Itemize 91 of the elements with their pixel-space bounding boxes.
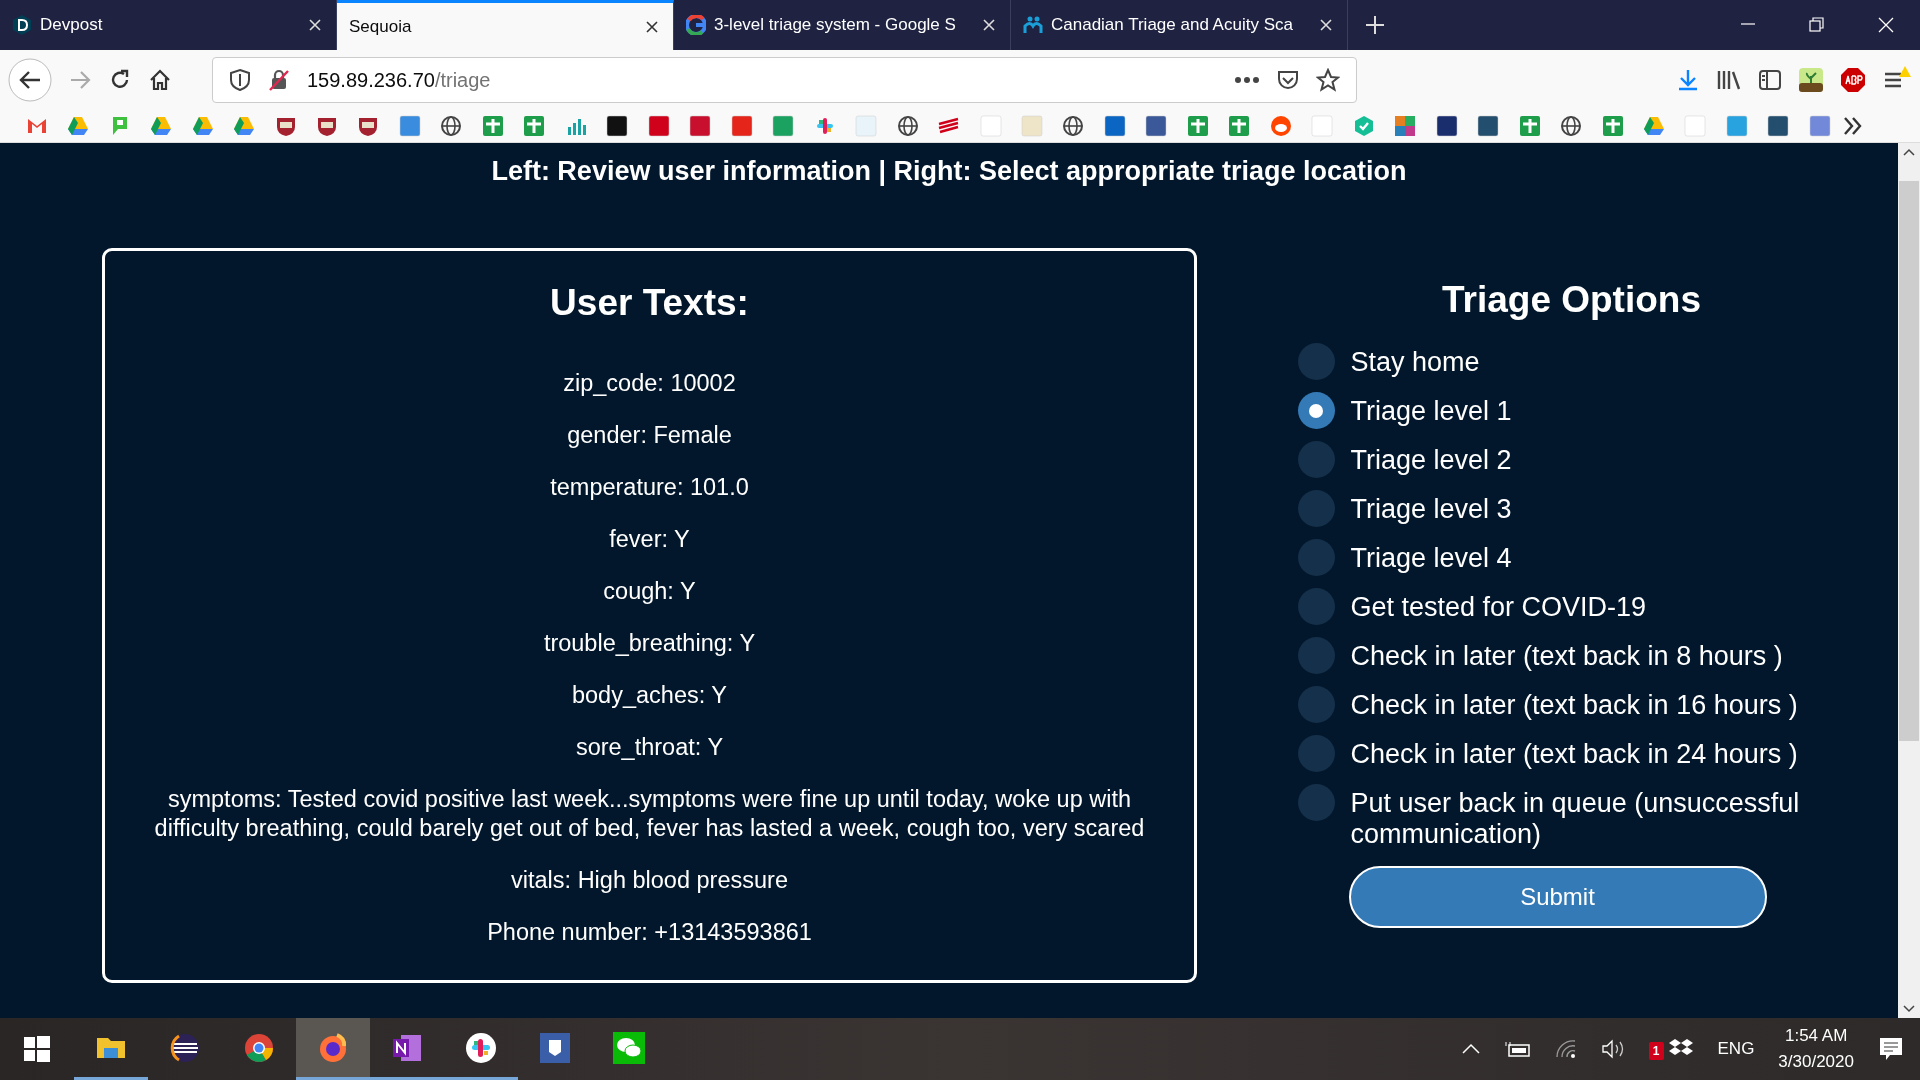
scroll-down-icon[interactable]: [1902, 1004, 1916, 1014]
browser-tab[interactable]: Sequoia: [337, 0, 674, 50]
g-logo-icon: [686, 15, 706, 35]
radio-button[interactable]: [1297, 735, 1335, 772]
option-label[interactable]: Check in later (text back in 16 hours ): [1350, 686, 1798, 721]
globe-icon[interactable]: [1560, 115, 1583, 137]
adblock-icon[interactable]: [1840, 67, 1866, 93]
option-label[interactable]: Put user back in queue (unsuccessful communication): [1350, 784, 1818, 850]
triangle-logo-icon[interactable]: [1643, 115, 1665, 137]
info-line: gender: Female: [566, 421, 733, 450]
scroll-up-icon[interactable]: [1902, 147, 1916, 157]
globe-icon[interactable]: [896, 115, 919, 137]
close-icon[interactable]: [645, 19, 659, 34]
chrome-icon: [243, 1031, 275, 1064]
square-logo-icon[interactable]: [1145, 115, 1168, 137]
home-icon[interactable]: [148, 68, 172, 92]
option-label[interactable]: Get tested for COVID-19: [1350, 588, 1647, 623]
info-line: zip_code: 10002: [562, 369, 737, 398]
pinwheel-icon: [465, 1031, 497, 1064]
triangle-logo-icon[interactable]: [67, 115, 90, 137]
info-line: fever: Y: [608, 525, 691, 554]
radio-button[interactable]: [1297, 588, 1335, 625]
radio-button[interactable]: [1297, 637, 1335, 674]
library-icon[interactable]: [1716, 68, 1742, 92]
windows-logo-icon[interactable]: [24, 1036, 50, 1062]
submit-button[interactable]: Submit: [1348, 866, 1767, 928]
radio-button[interactable]: [1297, 343, 1335, 380]
radio-button[interactable]: [1297, 784, 1335, 821]
restore-icon[interactable]: [1806, 15, 1827, 35]
instructions-heading: Left: Review user information | Right: Select appropriate triage location: [490, 155, 1408, 188]
chat-box-icon: [539, 1031, 571, 1064]
download-icon[interactable]: [1676, 68, 1700, 92]
option-label[interactable]: Check in later (text back in 24 hours ): [1350, 735, 1798, 770]
shield-icon[interactable]: [357, 115, 380, 137]
chat-bubbles-icon: [613, 1031, 645, 1064]
shield-icon[interactable]: [229, 68, 251, 92]
info-line: vitals: High blood pressure: [510, 866, 789, 895]
wifi-icon[interactable]: [1554, 1039, 1577, 1059]
info-line: symptoms: Tested covid positive last week...symptoms were fine up until today, woke up with difficulty breathing, could barely get out of bed, fever has lasted a week, cough too, very scared: [153, 785, 1146, 843]
globe-icon[interactable]: [440, 115, 463, 137]
square-logo-icon[interactable]: [606, 115, 629, 137]
square-logo-icon[interactable]: [1477, 115, 1500, 137]
option-label[interactable]: Check in later (text back in 8 hours ): [1350, 637, 1783, 672]
lock-slash-icon[interactable]: [267, 68, 291, 92]
star-icon[interactable]: [1316, 68, 1340, 92]
speaker-icon[interactable]: [1600, 1039, 1625, 1059]
circle-logo-icon[interactable]: [1269, 115, 1292, 137]
radio-button[interactable]: [1297, 539, 1335, 576]
plant-pot-icon[interactable]: [1798, 67, 1824, 93]
battery-icon[interactable]: [1504, 1041, 1531, 1057]
firefox-icon: [317, 1031, 349, 1064]
eclipse-icon: [169, 1031, 201, 1064]
triangle-logo-icon[interactable]: [233, 115, 256, 137]
info-line: sore_throat: Y: [574, 733, 725, 762]
quad-squares-icon[interactable]: [1394, 115, 1417, 137]
option-label[interactable]: Stay home: [1350, 343, 1480, 378]
sidebar-icon[interactable]: [1758, 69, 1782, 91]
info-line: temperature: 101.0: [549, 473, 750, 502]
chevron-up-icon[interactable]: [1460, 1043, 1481, 1055]
option-label[interactable]: Triage level 2: [1350, 441, 1512, 476]
notification-badge: 1: [1648, 1042, 1664, 1060]
radio-button[interactable]: [1297, 441, 1335, 478]
triangle-logo-icon[interactable]: [150, 115, 173, 137]
figures-logo-icon: [1023, 15, 1043, 35]
section-title: User Texts:: [550, 280, 749, 325]
shield-icon[interactable]: [274, 115, 297, 137]
clock-date[interactable]: 3/30/2020: [1778, 1049, 1854, 1075]
radio-button[interactable]: [1297, 490, 1335, 527]
info-line: body_aches: Y: [570, 681, 728, 710]
option-label[interactable]: Triage level 3: [1350, 490, 1512, 525]
square-logo-icon[interactable]: [1435, 115, 1458, 137]
plus-icon[interactable]: [1364, 14, 1386, 36]
globe-icon[interactable]: [1062, 115, 1085, 137]
section-title: Triage Options: [1441, 277, 1701, 322]
language-indicator[interactable]: ENG: [1717, 1036, 1755, 1062]
more-icon[interactable]: [1234, 76, 1260, 84]
radio-button[interactable]: [1297, 686, 1335, 723]
shield-icon[interactable]: [316, 115, 338, 137]
scrollbar[interactable]: [1898, 143, 1920, 1018]
triangle-logo-icon[interactable]: [191, 115, 214, 137]
hexagon-logo-icon: [12, 15, 32, 35]
notifications-icon[interactable]: [1878, 1036, 1904, 1062]
pocket-icon[interactable]: [1276, 69, 1300, 91]
clock-time[interactable]: 1:54 AM: [1785, 1023, 1848, 1049]
info-line: trouble_breathing: Y: [542, 629, 757, 658]
square-logo-icon[interactable]: [1767, 115, 1790, 137]
info-line: Phone number: +13143593861: [486, 918, 813, 947]
radio-button[interactable]: [1297, 392, 1335, 429]
option-label[interactable]: Triage level 4: [1350, 539, 1512, 574]
info-line: cough: Y: [602, 577, 697, 606]
option-label[interactable]: Triage level 1: [1350, 392, 1512, 427]
